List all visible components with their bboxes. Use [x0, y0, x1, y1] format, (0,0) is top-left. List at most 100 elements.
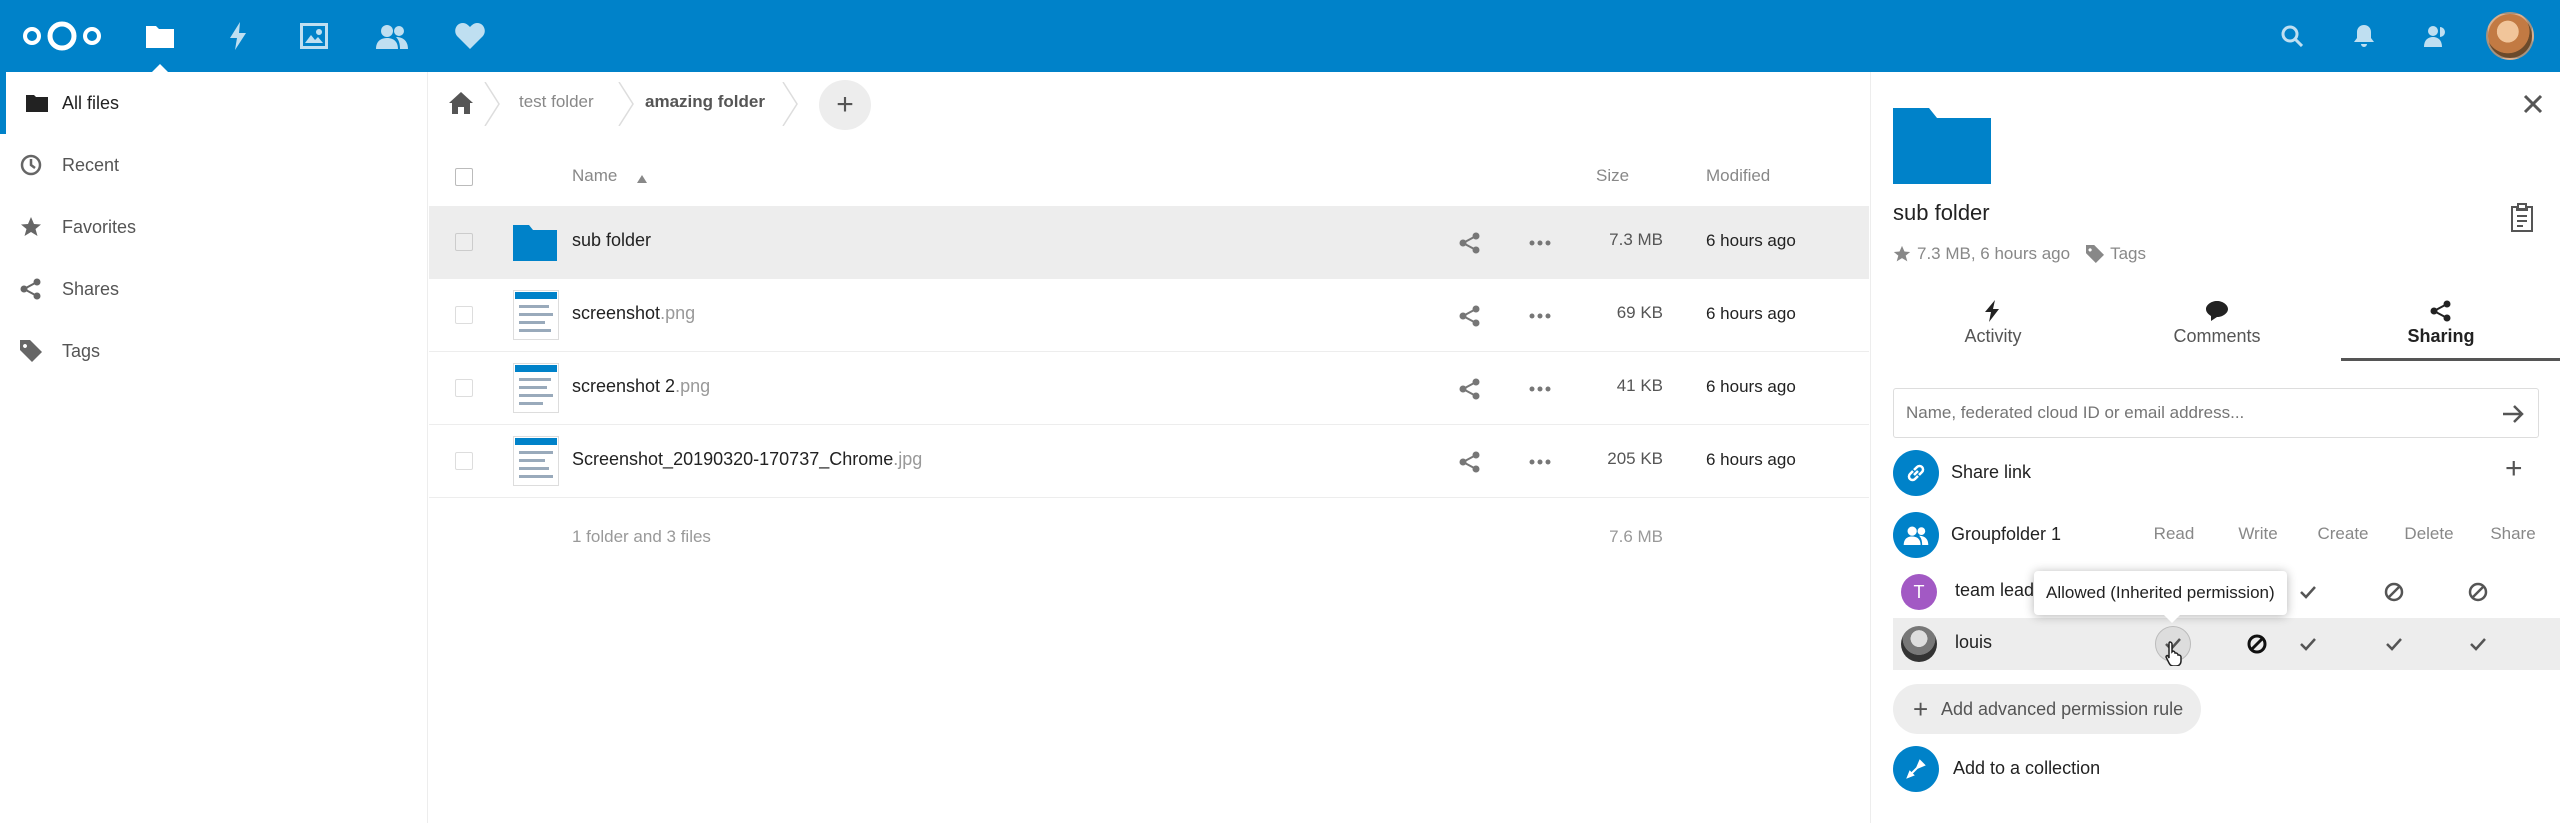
contacts-menu-icon[interactable] [2418, 18, 2454, 54]
breadcrumb-separator [484, 82, 500, 126]
deny-icon[interactable] [2245, 632, 2269, 656]
table-row[interactable]: Screenshot_20190320-170737_Chrome.jpg 20… [429, 425, 1869, 498]
star-icon [21, 217, 41, 236]
close-icon[interactable] [2519, 90, 2547, 118]
active-tab-indicator [2341, 358, 2560, 361]
clipboard-icon[interactable] [2509, 202, 2535, 232]
more-actions-icon[interactable] [1529, 232, 1551, 254]
tab-label: Activity [1964, 326, 2022, 346]
arrow-right-icon[interactable] [2501, 402, 2525, 426]
tags-label[interactable]: Tags [2110, 244, 2146, 264]
name-column-header[interactable]: Name [572, 166, 617, 186]
user-name: team lead [1955, 580, 2035, 600]
active-app-indicator [152, 64, 168, 72]
contacts-icon[interactable] [374, 18, 410, 54]
row-checkbox[interactable] [455, 379, 473, 397]
search-icon[interactable] [2274, 18, 2310, 54]
table-row[interactable]: screenshot.png 69 KB 6 hours ago [429, 279, 1869, 352]
favorites-icon[interactable] [452, 18, 488, 54]
table-row[interactable]: screenshot 2.png 41 KB 6 hours ago [429, 352, 1869, 425]
table-row[interactable]: sub folder 7.3 MB 6 hours ago [429, 206, 1869, 279]
share-icon[interactable] [1459, 305, 1481, 327]
file-size: 205 KB [1607, 449, 1663, 468]
more-actions-icon[interactable] [1529, 451, 1551, 473]
share-icon[interactable] [1459, 232, 1481, 254]
file-thumbnail [513, 363, 559, 413]
row-checkbox[interactable] [455, 452, 473, 470]
nav-item-favorites[interactable]: Favorites [0, 196, 428, 258]
share-link-label[interactable]: Share link [1951, 462, 2031, 483]
share-with-input[interactable] [1893, 388, 2539, 438]
select-all-checkbox[interactable] [455, 168, 473, 186]
nav-label: Tags [62, 340, 101, 361]
mouse-pointer-icon [2165, 641, 2182, 666]
file-modified: 6 hours ago [1706, 450, 1796, 469]
app-navigation: All files Recent Favorites Shares Tags [0, 72, 428, 823]
file-name[interactable]: screenshot.png [572, 303, 695, 324]
files-icon[interactable] [142, 18, 178, 54]
files-list-container: test folder amazing folder + Name Size M… [429, 72, 1869, 823]
permission-row: louis [1893, 618, 2560, 670]
more-actions-icon[interactable] [1529, 378, 1551, 400]
permission-tooltip: Allowed (Inherited permission) [2034, 571, 2287, 623]
row-checkbox[interactable] [455, 233, 473, 251]
tab-sharing[interactable]: Sharing [2341, 290, 2541, 360]
gallery-icon[interactable] [296, 18, 332, 54]
star-icon[interactable] [1893, 245, 1911, 263]
notifications-icon[interactable] [2346, 18, 2382, 54]
add-collection-label[interactable]: Add to a collection [1953, 758, 2100, 779]
user-avatar[interactable] [2486, 12, 2534, 60]
tag-icon [20, 340, 42, 362]
file-basename: Screenshot_20190320-170737_Chrome [572, 449, 894, 469]
file-basename: screenshot 2 [572, 376, 676, 396]
activity-icon[interactable] [220, 18, 256, 54]
nav-item-all-files[interactable]: All files [0, 72, 428, 134]
deny-icon[interactable] [2382, 580, 2406, 604]
breadcrumb-amazing-folder[interactable]: amazing folder [645, 92, 765, 112]
tag-icon[interactable] [2086, 245, 2105, 263]
check-icon[interactable] [2466, 632, 2490, 656]
share-icon[interactable] [1459, 378, 1481, 400]
activity-icon [1985, 300, 1999, 322]
add-advanced-permission-button[interactable]: + Add advanced permission rule [1893, 684, 2202, 734]
nav-item-recent[interactable]: Recent [0, 134, 428, 196]
nav-label: Recent [62, 154, 120, 175]
nextcloud-logo[interactable] [18, 18, 106, 54]
file-modified: 6 hours ago [1706, 304, 1796, 323]
check-icon[interactable] [2382, 632, 2406, 656]
size-column-header[interactable]: Size [1596, 166, 1629, 186]
file-name[interactable]: Screenshot_20190320-170737_Chrome.jpg [572, 449, 922, 470]
breadcrumb-test-folder[interactable]: test folder [519, 92, 594, 112]
row-checkbox[interactable] [455, 306, 473, 324]
avatar [1901, 626, 1937, 662]
share-icon [20, 278, 41, 300]
details-meta: 7.3 MB, 6 hours ago Tags [1893, 244, 2146, 264]
share-icon[interactable] [1459, 451, 1481, 473]
file-thumbnail [513, 436, 559, 486]
tab-comments[interactable]: Comments [2117, 290, 2317, 360]
link-icon [1893, 450, 1939, 496]
file-extension: .png [675, 376, 711, 396]
check-icon[interactable] [2296, 580, 2320, 604]
file-size: 41 KB [1616, 376, 1663, 395]
tab-activity[interactable]: Activity [1893, 290, 2093, 360]
tab-label: Sharing [2407, 326, 2475, 346]
new-file-button[interactable]: + [819, 80, 871, 130]
file-name[interactable]: screenshot 2.png [572, 376, 710, 397]
file-extension: .jpg [893, 449, 923, 469]
file-name[interactable]: sub folder [572, 230, 651, 251]
add-share-link-button[interactable]: + [2505, 452, 2523, 486]
home-icon[interactable] [449, 92, 473, 114]
perm-header-create: Create [2317, 524, 2369, 543]
user-name: louis [1955, 632, 1993, 652]
modified-column-header[interactable]: Modified [1706, 166, 1770, 186]
check-icon[interactable] [2296, 632, 2320, 656]
file-basename: sub folder [572, 230, 652, 250]
files-summary-size: 7.6 MB [1609, 527, 1663, 546]
more-actions-icon[interactable] [1529, 305, 1551, 327]
nav-item-tags[interactable]: Tags [0, 320, 428, 382]
nav-item-shares[interactable]: Shares [0, 258, 428, 320]
app-header [0, 0, 2560, 72]
deny-icon[interactable] [2466, 580, 2490, 604]
perm-header-write: Write [2238, 524, 2278, 543]
